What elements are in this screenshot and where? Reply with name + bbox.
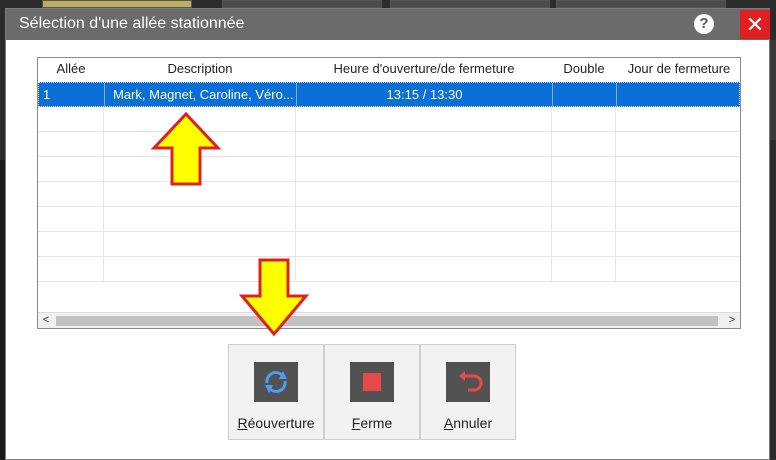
table-cell: [104, 207, 296, 231]
table-row[interactable]: [38, 207, 740, 232]
background-tile: [556, 0, 726, 8]
table-cell: [296, 107, 552, 131]
background-tile: [390, 0, 550, 8]
background-tile: [222, 0, 382, 8]
table-cell: [552, 232, 616, 256]
grid-header: Allée Description Heure d'ouverture/de f…: [38, 58, 740, 82]
dialog-titlebar[interactable]: Sélection d'une allée stationnée ? ✕: [6, 9, 770, 40]
scroll-right-icon[interactable]: >: [724, 313, 740, 328]
table-cell: [616, 107, 740, 131]
table-cell: [296, 132, 552, 156]
table-row[interactable]: [38, 157, 740, 182]
table-cell: [38, 157, 104, 181]
table-row[interactable]: [38, 182, 740, 207]
table-row[interactable]: [38, 107, 740, 132]
table-cell: [296, 232, 552, 256]
table-cell: [616, 257, 740, 281]
cell-closing-day: [617, 83, 740, 106]
cancel-button[interactable]: Annuler: [420, 344, 516, 440]
cell-allee: 1: [39, 83, 105, 106]
table-cell: [296, 157, 552, 181]
table-cell: [616, 132, 740, 156]
table-cell: [296, 257, 552, 281]
table-cell: [38, 182, 104, 206]
horizontal-scrollbar[interactable]: < >: [38, 312, 740, 328]
cell-double: [553, 83, 617, 106]
undo-icon: [446, 362, 490, 402]
close-lane-label: Ferme: [351, 415, 393, 431]
cell-description: Mark, Magnet, Caroline, Véro...: [105, 83, 297, 106]
table-cell: [38, 107, 104, 131]
table-cell: [616, 232, 740, 256]
stop-icon: [350, 362, 394, 402]
annotation-down-arrow-icon: [238, 258, 310, 337]
table-cell: [296, 207, 552, 231]
table-cell: [616, 207, 740, 231]
table-row[interactable]: [38, 257, 740, 282]
table-cell: [104, 232, 296, 256]
help-icon[interactable]: ?: [694, 14, 714, 34]
table-cell: [616, 182, 740, 206]
table-cell: [38, 207, 104, 231]
reopen-button[interactable]: Réouverture: [228, 344, 324, 440]
background-tile: [42, 0, 192, 8]
table-cell: [552, 157, 616, 181]
table-cell: [38, 132, 104, 156]
table-cell: [552, 132, 616, 156]
scroll-thumb[interactable]: [56, 316, 718, 326]
table-cell: [38, 257, 104, 281]
cancel-label: Annuler: [443, 415, 493, 431]
scroll-left-icon[interactable]: <: [38, 313, 54, 328]
table-row[interactable]: [38, 132, 740, 157]
column-header-hours[interactable]: Heure d'ouverture/de fermeture: [296, 58, 552, 82]
column-header-closing-day[interactable]: Jour de fermeture: [616, 58, 740, 82]
table-cell: [552, 257, 616, 281]
table-cell: [552, 182, 616, 206]
lanes-grid[interactable]: Allée Description Heure d'ouverture/de f…: [37, 57, 741, 329]
column-header-allee[interactable]: Allée: [38, 58, 104, 82]
background-panel: [770, 40, 776, 140]
table-row[interactable]: [38, 232, 740, 257]
cell-hours: 13:15 / 13:30: [297, 83, 553, 106]
close-lane-button[interactable]: Ferme: [324, 344, 420, 440]
table-cell: [296, 182, 552, 206]
dialog-title: Sélection d'une allée stationnée: [19, 15, 245, 32]
refresh-icon: [254, 362, 298, 402]
table-cell: [552, 207, 616, 231]
table-row-selected[interactable]: 1 Mark, Magnet, Caroline, Véro... 13:15 …: [38, 82, 740, 107]
table-cell: [38, 232, 104, 256]
reopen-label: Réouverture: [237, 415, 315, 431]
table-cell: [616, 157, 740, 181]
table-cell: [552, 107, 616, 131]
column-header-double[interactable]: Double: [552, 58, 616, 82]
column-header-description[interactable]: Description: [104, 58, 296, 82]
parked-lane-dialog: Sélection d'une allée stationnée ? ✕ All…: [5, 8, 770, 460]
close-icon[interactable]: ✕: [740, 10, 770, 39]
annotation-up-arrow-icon: [150, 111, 222, 186]
